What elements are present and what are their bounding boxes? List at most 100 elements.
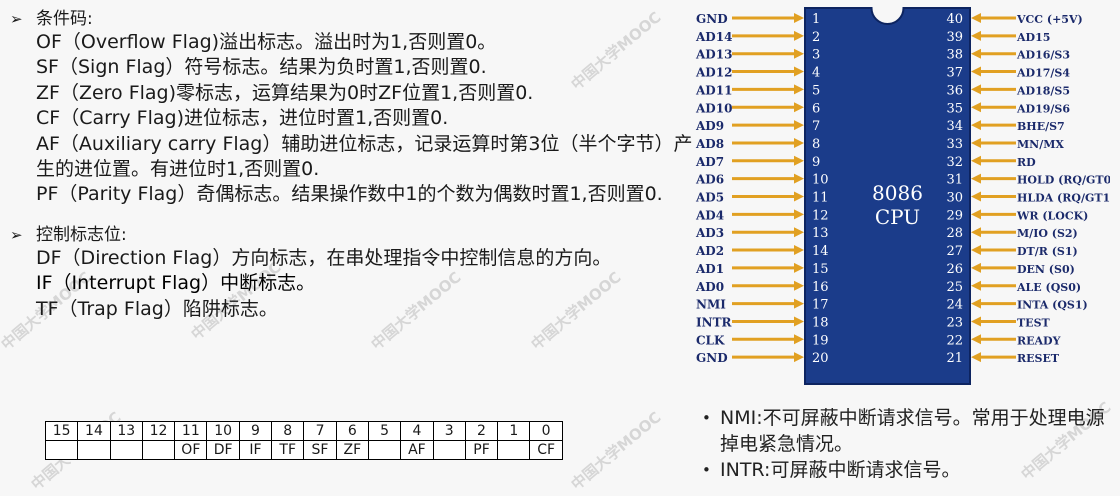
pin-number: 20 [812,351,829,366]
chip-sub-label: CPU [875,205,920,229]
tf-line: TF（Trap Flag）陷阱标志。 [36,297,278,320]
flag-name-cell: SF [303,440,337,460]
flag-name-cell: CF [529,440,563,460]
right-pin-label: DT/R (S1) [1017,245,1078,258]
pin-number: 32 [946,155,963,170]
left-pin-label: AD8 [695,137,724,151]
bit-number-cell: 9 [238,421,273,441]
bit-number-cell: 13 [109,421,143,441]
bullet-dot-icon: • [702,409,711,427]
intr-note-text: INTR:可屏蔽中断请求信号。 [720,459,961,481]
if-line: IF（Interrupt Flag）中断标志。 [36,272,316,295]
flag-name-cell: IF [238,440,273,460]
right-pin-label: BHE/S7 [1017,120,1065,133]
flag-name-cell: ZF [335,440,369,460]
pin-number: 34 [946,119,963,134]
pin-number: 24 [946,298,963,313]
pin-number: 7 [812,119,820,134]
arrow-head-icon [794,84,804,95]
flag-register-table: 15 14 13 12 11 10 9 8 7 6 5 4 3 2 1 0 OF DF IF TF SF ZF AF PF C… [44,421,563,460]
condition-title-text: 条件码: [36,9,93,29]
arrow-head-icon [794,316,804,327]
pin-number: 30 [946,191,963,206]
pin-number: 37 [946,66,963,81]
arrow-head-icon [794,120,804,131]
left-pin-label: AD10 [695,101,732,115]
arrow-head-icon [794,227,804,238]
bullet-dot-icon: • [702,461,711,479]
bit-number-cell: 6 [335,421,369,441]
nmi-note: • NMI:不可屏蔽中断请求信号。常用于处理电源掉电紧急情况。 [700,405,1110,457]
bit-number-row: 15 14 13 12 11 10 9 8 7 6 5 4 3 2 1 0 [44,421,563,441]
interrupt-notes: • NMI:不可屏蔽中断请求信号。常用于处理电源掉电紧急情况。 • INTR:可… [700,405,1110,483]
arrow-head-icon [971,137,981,148]
flag-name-cell: OF [174,440,208,460]
control-title-text: 控制标志位: [36,224,127,245]
bit-number-cell: 8 [271,421,305,441]
arrow-head-icon [794,48,804,59]
right-pin-label: TEST [1017,316,1051,329]
zf-line: ZF（Zero Flag)零标志，运算结果为0时ZF位置1,否则置0. [36,81,534,104]
arrow-head-icon [971,155,981,166]
arrow-head-icon [794,137,804,148]
right-pin-label: AD19/S6 [1016,102,1070,115]
pin-number: 38 [946,48,963,63]
cf-line: CF（Carry Flag)进位标志，进位时置1,否则置0. [36,107,449,130]
condition-codes-section: ➢ 条件码: OF（Overflow Flag)溢出标志。溢出时为1,否则置0。… [10,8,700,208]
bit-number-cell: 4 [400,421,434,441]
flag-name-cell [497,440,531,460]
pin-number: 21 [946,351,963,366]
right-pin-label: ALE (QS0) [1016,281,1081,294]
arrow-head-icon [971,334,981,345]
bit-number-cell: 7 [303,421,337,441]
arrow-head-icon [794,352,804,363]
pin-number: 3 [812,48,820,63]
left-pin-label: AD2 [695,244,724,258]
arrow-head-icon [971,30,981,41]
pin-number: 40 [946,12,963,27]
flag-name-cell [432,440,466,460]
arrow-head-icon [794,13,804,23]
pin-number: 33 [946,137,963,152]
pin-number: 35 [946,101,963,116]
arrow-head-icon [794,66,804,77]
flags-explanation: ➢ 条件码: OF（Overflow Flag)溢出标志。溢出时为1,否则置0。… [10,8,700,322]
arrow-head-icon [971,84,981,95]
pin-number: 31 [946,173,963,188]
pin-number: 8 [812,137,820,152]
arrow-head-icon [971,262,981,273]
pin-number: 39 [946,30,963,45]
bit-number-cell: 14 [77,421,111,441]
flag-name-cell [44,440,79,460]
pin-number: 2 [812,30,820,45]
left-pin-label: AD14 [695,30,732,44]
left-pin-label: AD0 [695,280,724,294]
left-pin-label: AD9 [695,119,724,133]
pin-number: 28 [946,226,963,241]
pin-number: 23 [946,315,963,330]
arrow-head-icon [971,191,981,202]
right-pin-label: M/IO (S2) [1017,227,1078,240]
arrow-head-icon [971,48,981,59]
left-pin-label: INTR [696,315,733,329]
bit-number-cell: 10 [206,421,240,441]
flag-name-cell [77,440,111,460]
sf-line: SF（Sign Flag）符号标志。结果为负时置1,否则置0. [36,56,487,79]
pin-number: 36 [946,83,963,98]
pin-number: 14 [812,244,829,259]
left-pin-label: AD4 [695,208,724,222]
left-pin-label: AD13 [695,48,732,62]
pin-number: 16 [812,280,829,295]
left-pin-label: AD11 [695,83,732,97]
arrow-bullet-icon: ➢ [10,225,23,244]
right-pin-label: DEN (S0) [1017,263,1075,276]
bit-number-cell: 2 [464,421,499,441]
arrow-head-icon [971,102,981,113]
arrow-head-icon [794,298,804,309]
pin-number: 29 [946,208,963,223]
af-line: AF（Auxiliary carry Flag）辅助进位标志，记录运算时第3位（… [36,132,693,181]
control-flags-title: ➢ 控制标志位: [10,224,700,246]
flag-name-row: OF DF IF TF SF ZF AF PF CF [44,440,563,460]
pin-number: 13 [812,226,829,241]
arrow-head-icon [794,30,804,41]
